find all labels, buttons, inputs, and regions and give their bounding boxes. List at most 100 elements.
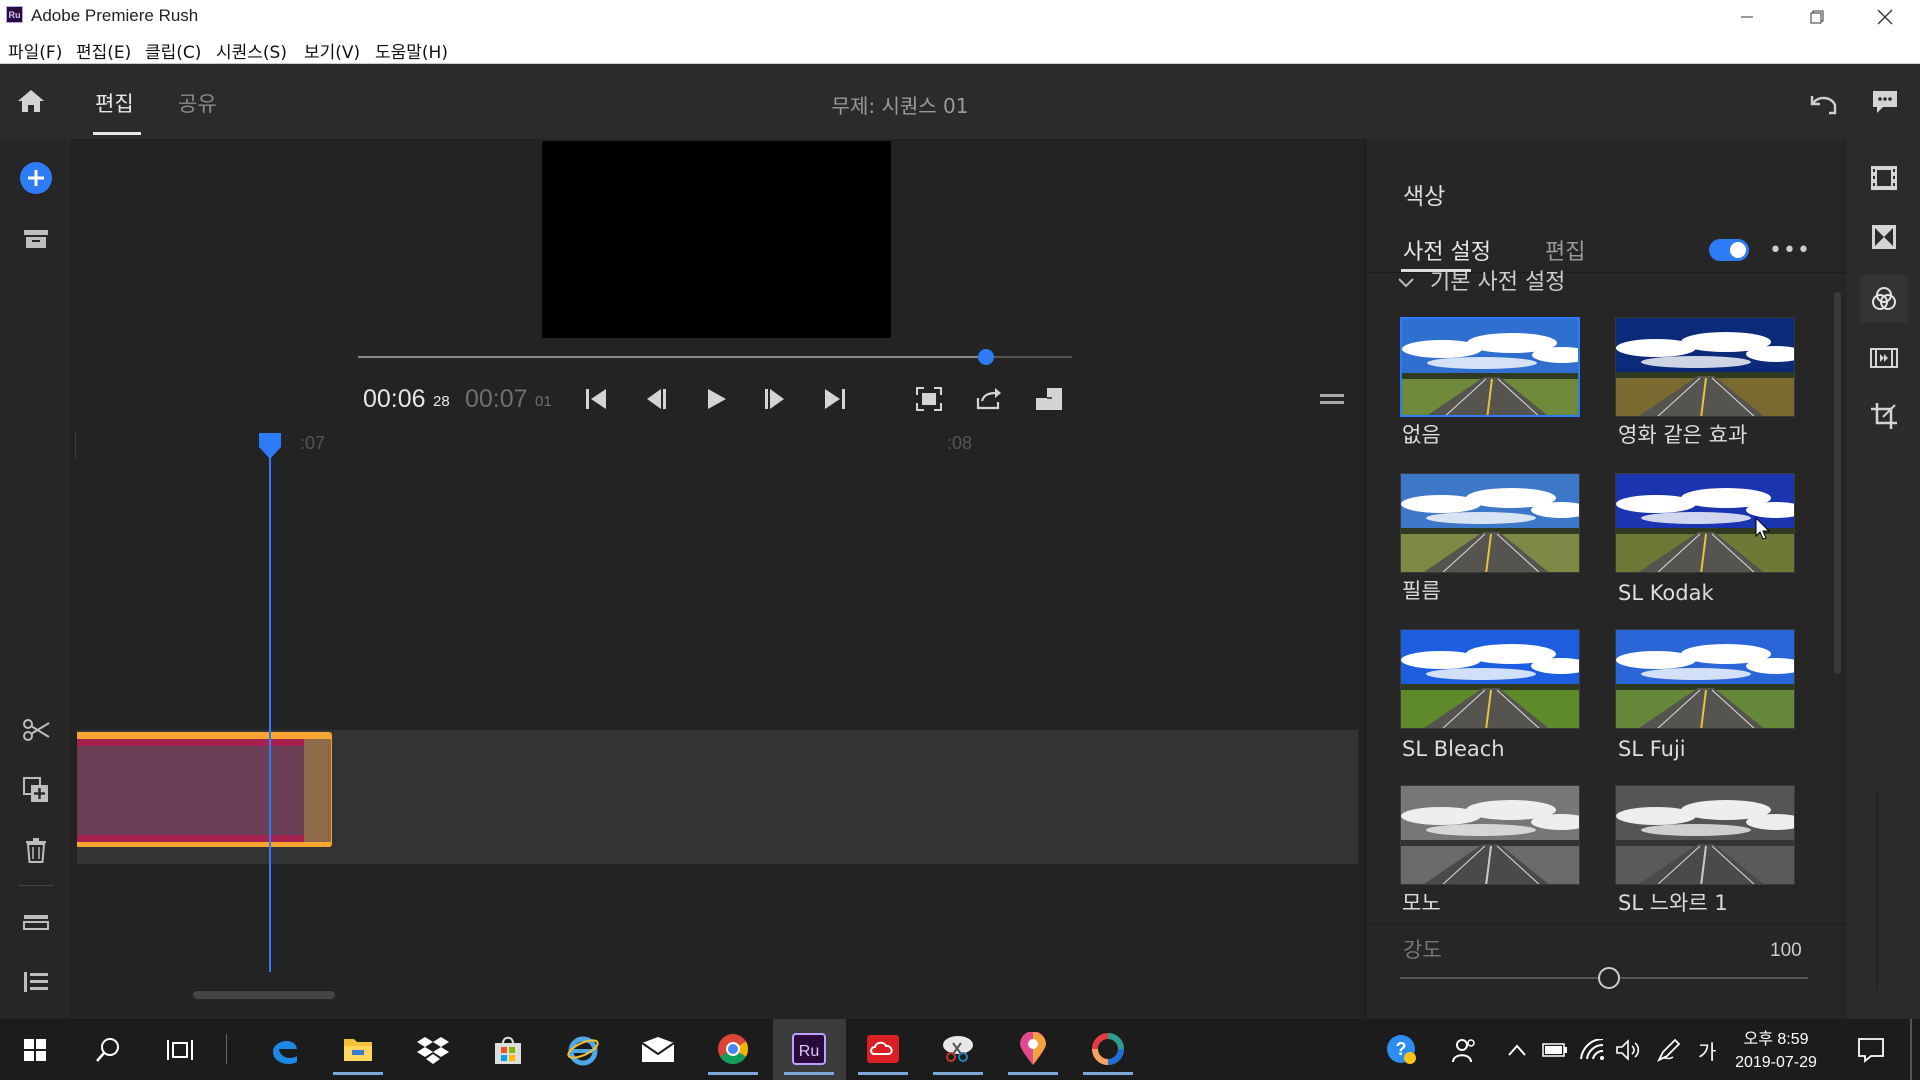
go-to-start-button[interactable] bbox=[578, 384, 614, 414]
archive-box-icon bbox=[24, 230, 48, 248]
crop-transform-button[interactable] bbox=[1868, 400, 1900, 432]
more-options-button[interactable]: ••• bbox=[1769, 238, 1811, 263]
timeline-list-button[interactable] bbox=[18, 964, 54, 1000]
wifi-icon bbox=[1580, 1039, 1604, 1060]
home-icon bbox=[18, 90, 44, 112]
edge-browser-icon bbox=[273, 1040, 297, 1064]
taskbar-edge[interactable] bbox=[260, 1025, 310, 1075]
taskbar-snip-tool[interactable] bbox=[933, 1025, 983, 1075]
clock-time[interactable]: 오후 8:59 bbox=[1726, 1025, 1826, 1049]
split-clip-button[interactable] bbox=[18, 712, 54, 748]
chevron-up-icon bbox=[1508, 1044, 1526, 1056]
premiere-rush-icon: Ru bbox=[792, 1032, 826, 1065]
duplicate-clip-button[interactable] bbox=[18, 772, 54, 808]
playhead-handle[interactable] bbox=[258, 432, 282, 464]
start-button[interactable] bbox=[10, 1025, 60, 1075]
menu-sequence[interactable]: 시퀀스(S) bbox=[216, 38, 287, 63]
add-media-button[interactable] bbox=[18, 160, 54, 196]
landscape-thumbnail bbox=[1401, 474, 1579, 572]
go-to-end-button[interactable] bbox=[817, 384, 853, 414]
track-controls-button[interactable] bbox=[18, 904, 54, 940]
taskbar-mail[interactable] bbox=[633, 1025, 683, 1075]
tray-help[interactable]: ? bbox=[1377, 1025, 1427, 1075]
clock-date[interactable]: 2019-07-29 bbox=[1726, 1054, 1826, 1072]
play-button[interactable] bbox=[698, 384, 734, 414]
undo-button[interactable] bbox=[1806, 88, 1842, 118]
task-view-button[interactable] bbox=[155, 1025, 205, 1075]
clip-trim-handle[interactable] bbox=[304, 739, 331, 842]
aspect-ratio-button[interactable] bbox=[1031, 384, 1067, 414]
taskbar-store[interactable] bbox=[483, 1025, 533, 1075]
action-center-button[interactable] bbox=[1846, 1025, 1896, 1075]
preset-label: 모노 bbox=[1402, 891, 1441, 915]
tab-color-edit[interactable]: 편집 bbox=[1545, 234, 1585, 266]
step-back-button[interactable] bbox=[638, 384, 674, 414]
speed-button[interactable] bbox=[1868, 342, 1900, 374]
intensity-label: 강도 bbox=[1403, 938, 1442, 962]
intensity-slider-handle[interactable] bbox=[1598, 967, 1620, 989]
transition-icon bbox=[1872, 225, 1896, 249]
duration-time: 00:07 bbox=[465, 385, 528, 413]
preset-section-header[interactable]: 기본 사전 설정 bbox=[1397, 270, 1565, 294]
preset-thumb-mono[interactable] bbox=[1400, 785, 1580, 885]
internet-explorer-icon bbox=[567, 1036, 599, 1066]
preset-thumb-none[interactable] bbox=[1400, 317, 1580, 417]
taskbar-photos-app[interactable] bbox=[1083, 1025, 1133, 1075]
search-button[interactable] bbox=[83, 1025, 133, 1075]
feedback-button[interactable] bbox=[1868, 86, 1902, 118]
duration-time-frames: 01 bbox=[535, 393, 552, 410]
taskbar-premiere-rush[interactable]: Ru bbox=[784, 1025, 834, 1075]
tab-share[interactable]: 공유 bbox=[178, 88, 217, 118]
minimize-button[interactable] bbox=[1712, 0, 1782, 34]
preset-thumb-cinematic[interactable] bbox=[1615, 317, 1795, 417]
share-export-button[interactable] bbox=[971, 384, 1007, 414]
taskbar-maps[interactable] bbox=[1008, 1025, 1058, 1075]
fullscreen-button[interactable] bbox=[911, 384, 947, 414]
tray-ime-indicator[interactable]: 가 bbox=[1698, 1036, 1716, 1065]
preset-list-scrollbar[interactable] bbox=[1834, 292, 1841, 674]
menu-edit[interactable]: 편집(E) bbox=[76, 38, 131, 63]
tray-pen-workspace[interactable] bbox=[1644, 1025, 1694, 1075]
program-monitor[interactable] bbox=[542, 141, 891, 338]
home-button[interactable] bbox=[14, 86, 48, 116]
taskbar-internet-explorer[interactable] bbox=[558, 1025, 608, 1075]
store-bag-icon bbox=[495, 1036, 521, 1064]
preset-thumb-film[interactable] bbox=[1400, 473, 1580, 573]
menu-file[interactable]: 파일(F) bbox=[8, 38, 62, 63]
titles-button[interactable] bbox=[1868, 162, 1900, 194]
tab-presets[interactable]: 사전 설정 bbox=[1403, 234, 1491, 266]
taskbar-chrome[interactable] bbox=[708, 1025, 758, 1075]
step-forward-button[interactable] bbox=[757, 384, 793, 414]
show-desktop-button[interactable] bbox=[1910, 1019, 1912, 1080]
map-pin-icon bbox=[1020, 1031, 1046, 1065]
scrub-handle[interactable] bbox=[978, 349, 995, 365]
taskbar-dropbox[interactable] bbox=[408, 1025, 458, 1075]
landscape-thumbnail bbox=[1616, 630, 1794, 728]
transitions-button[interactable] bbox=[1868, 221, 1900, 253]
current-time: 00:06 bbox=[363, 385, 426, 413]
color-button[interactable] bbox=[1868, 283, 1900, 315]
preset-thumb-sl-fuji[interactable] bbox=[1615, 629, 1795, 729]
sequence-title[interactable]: 무제: 시퀀스 01 bbox=[780, 90, 1020, 119]
tab-edit[interactable]: 편집 bbox=[95, 88, 134, 118]
intensity-value[interactable]: 100 bbox=[1770, 940, 1802, 962]
duplicate-icon bbox=[23, 777, 48, 802]
taskbar-creative-cloud[interactable] bbox=[858, 1025, 908, 1075]
restore-button[interactable] bbox=[1782, 0, 1852, 34]
delete-clip-button[interactable] bbox=[18, 832, 54, 868]
menu-clip[interactable]: 클립(C) bbox=[145, 38, 201, 63]
taskbar-file-explorer[interactable] bbox=[333, 1025, 383, 1075]
feedback-icon bbox=[1873, 91, 1897, 113]
timeline-horizontal-scrollbar[interactable] bbox=[193, 991, 335, 999]
menu-help[interactable]: 도움말(H) bbox=[375, 38, 448, 63]
close-button[interactable] bbox=[1850, 0, 1920, 34]
project-assets-button[interactable] bbox=[18, 221, 54, 257]
panel-resize-handle[interactable] bbox=[1320, 391, 1344, 405]
landscape-thumbnail bbox=[1616, 318, 1794, 416]
menu-view[interactable]: 보기(V) bbox=[304, 38, 360, 63]
step-forward-icon bbox=[765, 389, 784, 409]
tray-people[interactable] bbox=[1440, 1025, 1490, 1075]
preset-thumb-sl-noir-1[interactable] bbox=[1615, 785, 1795, 885]
preset-thumb-sl-bleach[interactable] bbox=[1400, 629, 1580, 729]
preset-label: 필름 bbox=[1402, 579, 1441, 603]
